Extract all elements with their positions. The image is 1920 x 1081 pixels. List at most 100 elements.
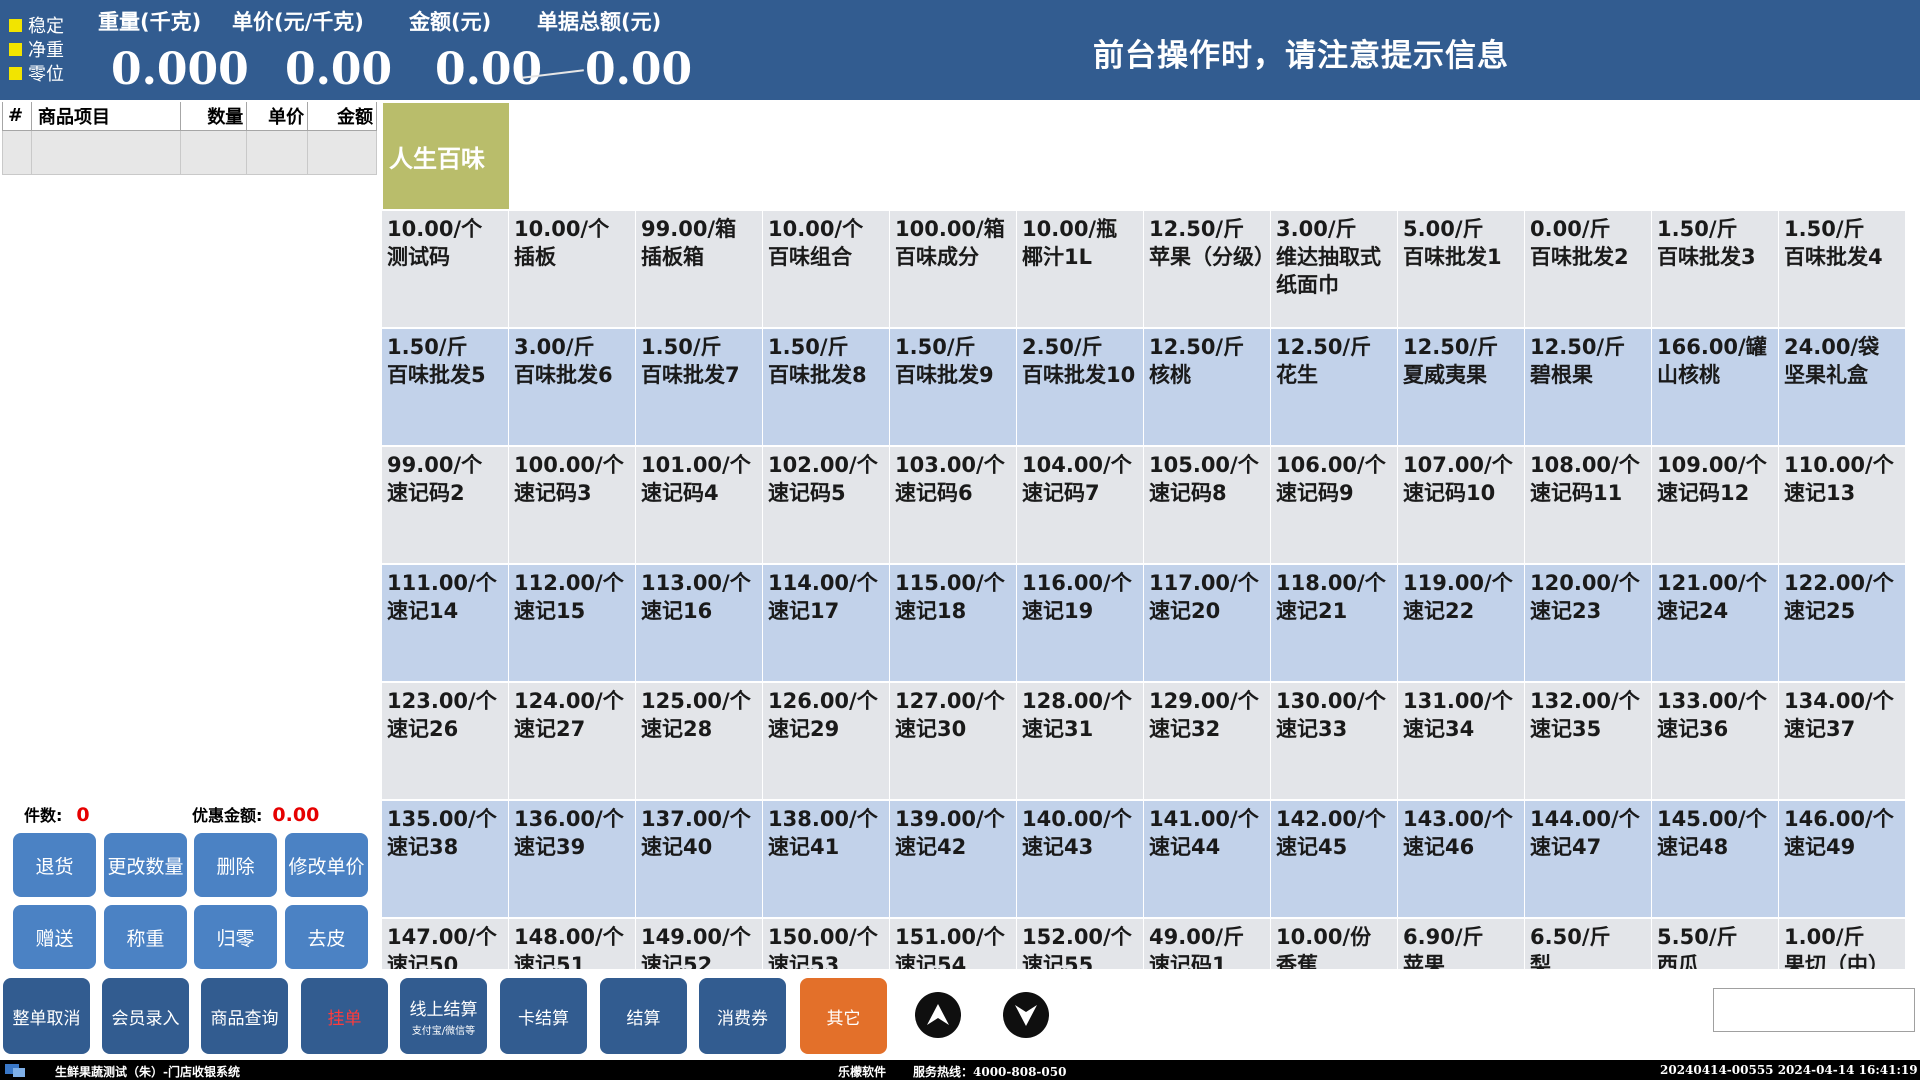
product-tile[interactable]: 100.00/个 速记码3 xyxy=(509,447,635,563)
product-tile[interactable]: 152.00/个 速记55 xyxy=(1017,919,1143,969)
product-tile[interactable]: 137.00/个 速记40 xyxy=(636,801,762,917)
product-tile[interactable]: 122.00/个 速记25 xyxy=(1779,565,1905,681)
product-tile[interactable]: 148.00/个 速记51 xyxy=(509,919,635,969)
product-tile[interactable]: 129.00/个 速记32 xyxy=(1144,683,1270,799)
zero-button[interactable]: 归零 xyxy=(194,905,277,969)
product-tile[interactable]: 151.00/个 速记54 xyxy=(890,919,1016,969)
product-tile[interactable]: 110.00/个 速记13 xyxy=(1779,447,1905,563)
product-tile[interactable]: 0.00/斤 百味批发2 xyxy=(1525,211,1651,327)
product-tile[interactable]: 10.00/个 插板 xyxy=(509,211,635,327)
product-tile[interactable]: 1.50/斤 百味批发4 xyxy=(1779,211,1905,327)
product-tile[interactable]: 131.00/个 速记34 xyxy=(1398,683,1524,799)
page-up-button[interactable] xyxy=(915,992,961,1038)
product-tile[interactable]: 3.00/斤 维达抽取式纸面巾 xyxy=(1271,211,1397,327)
delete-button[interactable]: 删除 xyxy=(194,833,277,897)
change-quantity-button[interactable]: 更改数量 xyxy=(104,833,187,897)
product-tile[interactable]: 10.00/个 测试码 xyxy=(382,211,508,327)
product-tile[interactable]: 117.00/个 速记20 xyxy=(1144,565,1270,681)
product-tile[interactable]: 146.00/个 速记49 xyxy=(1779,801,1905,917)
product-tile[interactable]: 100.00/箱 百味成分 xyxy=(890,211,1016,327)
product-tile[interactable]: 6.50/斤梨 xyxy=(1525,919,1651,969)
product-tile[interactable]: 140.00/个 速记43 xyxy=(1017,801,1143,917)
product-tile[interactable]: 142.00/个 速记45 xyxy=(1271,801,1397,917)
product-tile[interactable]: 24.00/袋 坚果礼盒 xyxy=(1779,329,1905,445)
product-tile[interactable]: 103.00/个 速记码6 xyxy=(890,447,1016,563)
product-tile[interactable]: 112.00/个 速记15 xyxy=(509,565,635,681)
table-row[interactable] xyxy=(2,129,377,175)
product-tile[interactable]: 135.00/个 速记38 xyxy=(382,801,508,917)
product-tile[interactable]: 106.00/个 速记码9 xyxy=(1271,447,1397,563)
product-tile[interactable]: 136.00/个 速记39 xyxy=(509,801,635,917)
product-tile[interactable]: 149.00/个 速记52 xyxy=(636,919,762,969)
product-tile[interactable]: 108.00/个 速记码11 xyxy=(1525,447,1651,563)
product-tile[interactable]: 102.00/个 速记码5 xyxy=(763,447,889,563)
product-tile[interactable]: 1.50/斤 百味批发5 xyxy=(382,329,508,445)
tare-button[interactable]: 去皮 xyxy=(285,905,368,969)
product-tile[interactable]: 145.00/个 速记48 xyxy=(1652,801,1778,917)
checkout-button[interactable]: 结算 xyxy=(600,978,687,1054)
product-tile[interactable]: 101.00/个 速记码4 xyxy=(636,447,762,563)
product-tile[interactable]: 1.50/斤 百味批发3 xyxy=(1652,211,1778,327)
product-tile[interactable]: 6.90/斤 苹果 xyxy=(1398,919,1524,969)
product-tile[interactable]: 12.50/斤 花生 xyxy=(1271,329,1397,445)
product-tile[interactable]: 12.50/斤 碧根果 xyxy=(1525,329,1651,445)
product-tile[interactable]: 114.00/个 速记17 xyxy=(763,565,889,681)
product-tile[interactable]: 12.50/斤 核桃 xyxy=(1144,329,1270,445)
product-tile[interactable]: 12.50/斤 夏威夷果 xyxy=(1398,329,1524,445)
product-tile[interactable]: 105.00/个 速记码8 xyxy=(1144,447,1270,563)
product-tile[interactable]: 113.00/个 速记16 xyxy=(636,565,762,681)
product-tile[interactable]: 5.50/斤 西瓜 xyxy=(1652,919,1778,969)
product-tile[interactable]: 1.50/斤 百味批发8 xyxy=(763,329,889,445)
product-tile[interactable]: 124.00/个 速记27 xyxy=(509,683,635,799)
coupon-button[interactable]: 消费券 xyxy=(699,978,786,1054)
product-tile[interactable]: 138.00/个 速记41 xyxy=(763,801,889,917)
product-tile[interactable]: 1.50/斤 百味批发9 xyxy=(890,329,1016,445)
page-down-button[interactable] xyxy=(1003,992,1049,1038)
product-query-button[interactable]: 商品查询 xyxy=(201,978,288,1054)
product-tile[interactable]: 49.00/斤 速记码1 xyxy=(1144,919,1270,969)
product-tile[interactable]: 109.00/个 速记码12 xyxy=(1652,447,1778,563)
product-tile[interactable]: 143.00/个 速记46 xyxy=(1398,801,1524,917)
product-tile[interactable]: 134.00/个 速记37 xyxy=(1779,683,1905,799)
return-button[interactable]: 退货 xyxy=(13,833,96,897)
hold-order-button[interactable]: 挂单 xyxy=(301,978,388,1054)
member-entry-button[interactable]: 会员录入 xyxy=(102,978,189,1054)
product-tile[interactable]: 115.00/个 速记18 xyxy=(890,565,1016,681)
product-tile[interactable]: 1.00/斤 果切（中） xyxy=(1779,919,1905,969)
product-tile[interactable]: 120.00/个 速记23 xyxy=(1525,565,1651,681)
product-tile[interactable]: 130.00/个 速记33 xyxy=(1271,683,1397,799)
product-tile[interactable]: 111.00/个 速记14 xyxy=(382,565,508,681)
online-checkout-button[interactable]: 线上结算 支付宝/微信等 xyxy=(400,978,487,1054)
product-tile[interactable]: 126.00/个 速记29 xyxy=(763,683,889,799)
product-tile[interactable]: 133.00/个 速记36 xyxy=(1652,683,1778,799)
product-tile[interactable]: 150.00/个 速记53 xyxy=(763,919,889,969)
product-tile[interactable]: 12.50/斤 苹果（分级） xyxy=(1144,211,1270,327)
product-tile[interactable]: 166.00/罐 山核桃 xyxy=(1652,329,1778,445)
product-tile[interactable]: 144.00/个 速记47 xyxy=(1525,801,1651,917)
modify-price-button[interactable]: 修改单价 xyxy=(285,833,368,897)
product-tile[interactable]: 119.00/个 速记22 xyxy=(1398,565,1524,681)
product-tile[interactable]: 2.50/斤 百味批发10 xyxy=(1017,329,1143,445)
product-tile[interactable]: 121.00/个 速记24 xyxy=(1652,565,1778,681)
product-tile[interactable]: 1.50/斤 百味批发7 xyxy=(636,329,762,445)
product-tile[interactable]: 123.00/个 速记26 xyxy=(382,683,508,799)
product-tile[interactable]: 127.00/个 速记30 xyxy=(890,683,1016,799)
product-tile[interactable]: 3.00/斤 百味批发6 xyxy=(509,329,635,445)
product-tile[interactable]: 125.00/个 速记28 xyxy=(636,683,762,799)
product-tile[interactable]: 139.00/个 速记42 xyxy=(890,801,1016,917)
product-tile[interactable]: 141.00/个 速记44 xyxy=(1144,801,1270,917)
product-tile[interactable]: 10.00/个 百味组合 xyxy=(763,211,889,327)
barcode-input[interactable] xyxy=(1713,988,1915,1032)
product-tile[interactable]: 128.00/个 速记31 xyxy=(1017,683,1143,799)
weigh-button[interactable]: 称重 xyxy=(104,905,187,969)
product-tile[interactable]: 147.00/个 速记50 xyxy=(382,919,508,969)
product-tile[interactable]: 99.00/箱 插板箱 xyxy=(636,211,762,327)
card-checkout-button[interactable]: 卡结算 xyxy=(500,978,587,1054)
product-tile[interactable]: 104.00/个 速记码7 xyxy=(1017,447,1143,563)
product-tile[interactable]: 118.00/个 速记21 xyxy=(1271,565,1397,681)
other-button[interactable]: 其它 xyxy=(800,978,887,1054)
product-tile[interactable]: 10.00/份 香蕉 xyxy=(1271,919,1397,969)
category-tab[interactable]: 人生百味 xyxy=(383,103,509,209)
gift-button[interactable]: 赠送 xyxy=(13,905,96,969)
product-tile[interactable]: 107.00/个 速记码10 xyxy=(1398,447,1524,563)
